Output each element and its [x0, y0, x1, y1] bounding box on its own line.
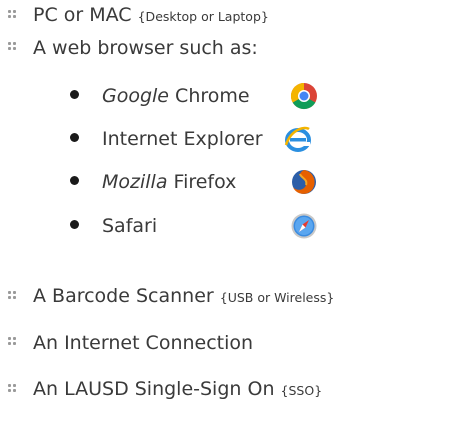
- browser-item-firefox: Mozilla Firefox: [0, 167, 453, 197]
- internet-explorer-icon: [284, 126, 311, 152]
- item-note: {USB or Wireless}: [219, 290, 335, 305]
- bullet-icon: [8, 42, 20, 54]
- safari-icon: [291, 213, 317, 239]
- item-text: A web browser such as:: [33, 37, 258, 59]
- bullet-icon: [8, 10, 20, 22]
- browser-name: Firefox: [167, 171, 237, 193]
- bullet-dot: [70, 176, 79, 185]
- browser-italic: Mozilla: [102, 171, 168, 193]
- bullet-icon: [8, 337, 20, 349]
- item-text: A Barcode Scanner: [33, 285, 220, 307]
- browser-name: Safari: [102, 215, 158, 237]
- item-text: An LAUSD Single-Sign On: [33, 378, 281, 400]
- item-note: {Desktop or Laptop}: [137, 9, 269, 24]
- bullet-dot: [70, 133, 79, 142]
- item-note: {SSO}: [280, 383, 323, 398]
- bullet-dot: [70, 90, 79, 99]
- bullet-icon: [8, 291, 20, 303]
- browser-name: Chrome: [169, 85, 250, 107]
- firefox-icon: [292, 170, 316, 194]
- item-text: An Internet Connection: [33, 332, 254, 354]
- browser-item-chrome: Google Chrome: [0, 81, 453, 111]
- browser-item-internet-explorer: Internet Explorer: [0, 124, 453, 154]
- bullet-dot: [70, 220, 79, 229]
- browser-item-safari: Safari: [0, 211, 453, 241]
- item-text: PC or MAC: [33, 4, 138, 26]
- browser-italic: Google: [102, 85, 170, 107]
- bullet-icon: [8, 384, 20, 396]
- browser-name: Internet Explorer: [102, 128, 263, 150]
- chrome-icon: [290, 82, 317, 110]
